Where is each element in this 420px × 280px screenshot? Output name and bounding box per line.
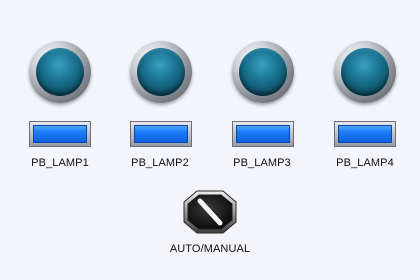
auto-manual-selector-switch[interactable] [183, 190, 237, 234]
lamp-3-indicator [232, 41, 294, 103]
lamp-2-indicator [130, 41, 192, 103]
pb-lamp3-button[interactable] [232, 121, 294, 147]
push-button-face [134, 125, 188, 143]
lamp-4-indicator [334, 41, 396, 103]
auto-manual-label: AUTO/MANUAL [169, 243, 251, 255]
indicator-lamp-icon [341, 48, 389, 96]
pb-lamp4-button[interactable] [334, 121, 396, 147]
pb-lamp1-button[interactable] [29, 121, 91, 147]
pb-lamp2-label: PB_LAMP2 [131, 157, 189, 169]
selector-switch-icon [183, 190, 237, 234]
indicator-lamp-icon [239, 48, 287, 96]
push-button-face [236, 125, 290, 143]
push-button-face [33, 125, 87, 143]
push-button-face [338, 125, 392, 143]
pb-lamp4-label: PB_LAMP4 [336, 157, 394, 169]
pb-lamp3-label: PB_LAMP3 [233, 157, 291, 169]
pb-lamp1-label: PB_LAMP1 [31, 157, 89, 169]
pb-lamp2-button[interactable] [130, 121, 192, 147]
lamp-1-indicator [29, 41, 91, 103]
indicator-lamp-icon [137, 48, 185, 96]
indicator-lamp-icon [36, 48, 84, 96]
